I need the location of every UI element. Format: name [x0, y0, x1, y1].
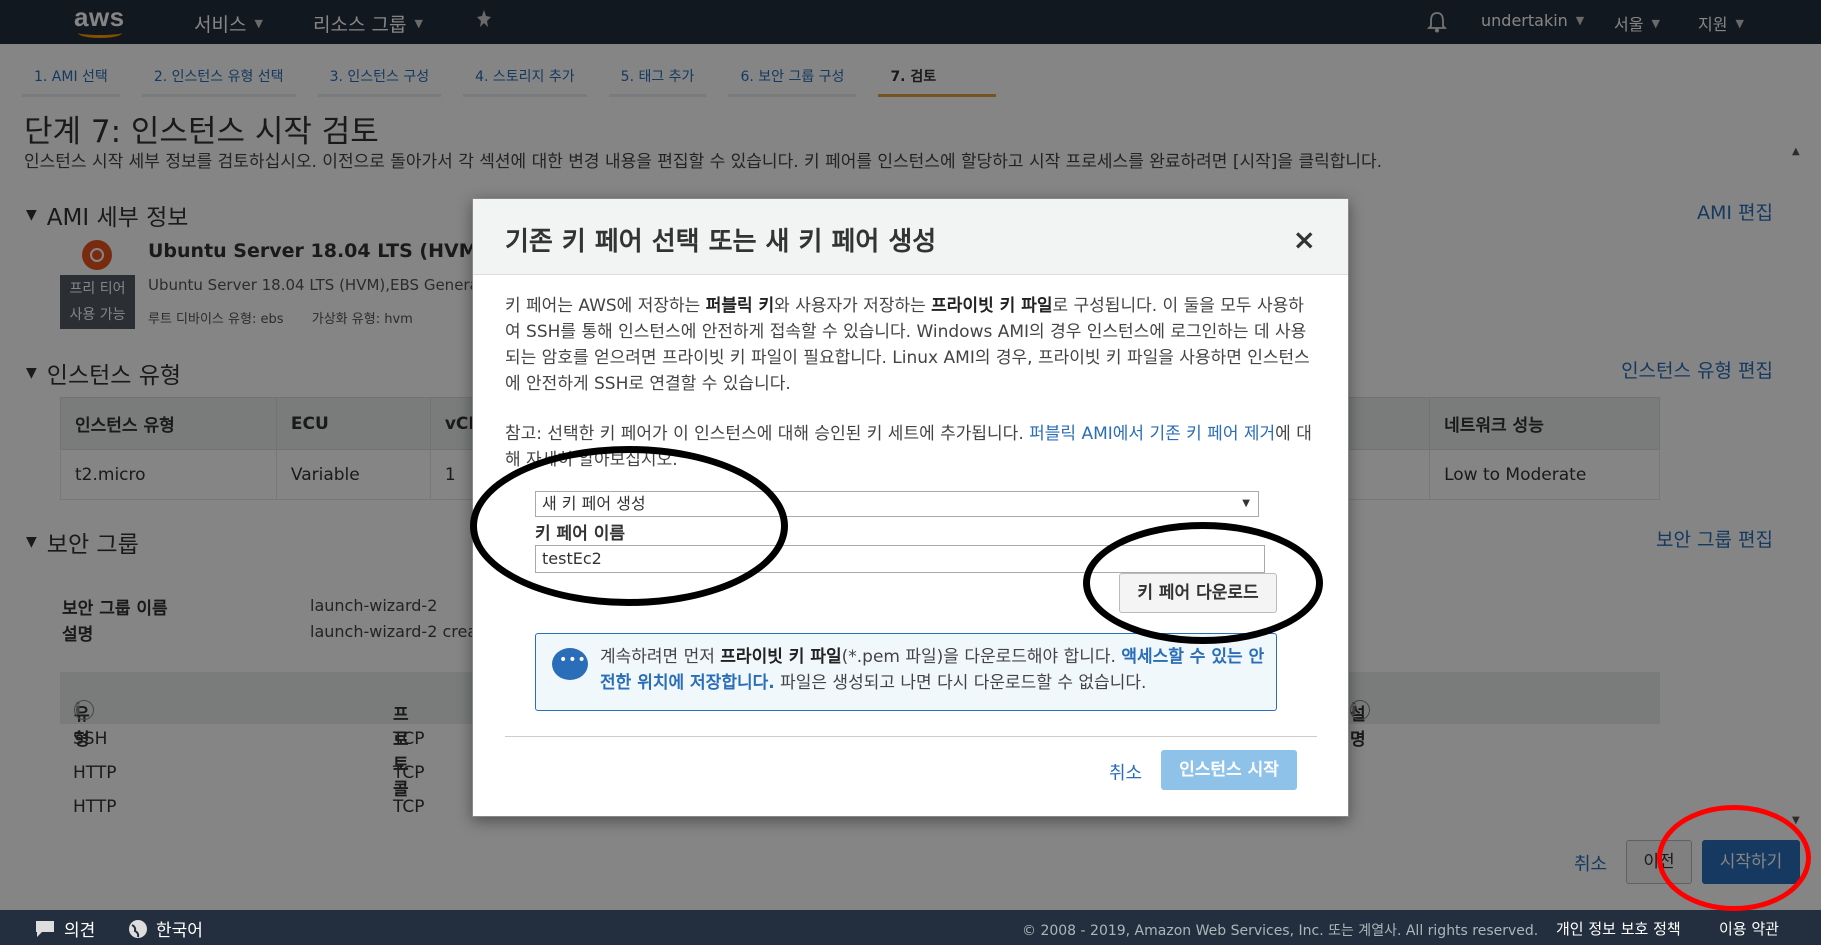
copyright-text: © 2008 - 2019, Amazon Web Services, Inc.…	[1022, 923, 1539, 939]
annotation-circle-download	[1083, 522, 1323, 644]
info-text: 계속하려면 먼저	[600, 647, 721, 667]
info-alert-text: 계속하려면 먼저 프라이빗 키 파일(*.pem 파일)을 다운로드해야 합니다…	[600, 644, 1268, 696]
chat-bubble-icon	[36, 920, 54, 937]
modal-divider	[505, 736, 1317, 737]
desc-bold: 프라이빗 키 파일	[931, 296, 1053, 316]
info-text: 파일은 생성되고 나면 다시 다운로드할 수 없습니다.	[774, 673, 1147, 693]
footer: 의견 한국어 © 2008 - 2019, Amazon Web Service…	[0, 910, 1821, 945]
modal-title: 기존 키 페어 선택 또는 새 키 페어 생성	[505, 227, 937, 257]
terms-of-use-link[interactable]: 이용 약관	[1719, 918, 1779, 939]
info-alert: 계속하려면 먼저 프라이빗 키 파일(*.pem 파일)을 다운로드해야 합니다…	[535, 633, 1277, 711]
desc-text: 키 페어는 AWS에 저장하는	[505, 296, 706, 316]
modal-cancel-button[interactable]: 취소	[1109, 759, 1142, 785]
annotation-circle-launch	[1657, 805, 1811, 911]
close-icon[interactable]: ×	[1293, 223, 1316, 256]
note-text: 참고: 선택한 키 페어가 이 인스턴스에 대해 승인된 키 세트에 추가됩니다…	[505, 424, 1030, 444]
language-label: 한국어	[156, 921, 203, 941]
feedback-label: 의견	[64, 921, 96, 941]
info-bold: 프라이빗 키 파일	[720, 647, 842, 667]
remove-key-pair-link[interactable]: 퍼블릭 AMI에서 기존 키 페어 제거	[1029, 424, 1275, 444]
chat-bubble-icon	[552, 648, 588, 680]
annotation-circle-select	[470, 446, 788, 606]
info-text: (*.pem 파일)을 다운로드해야 합니다.	[841, 647, 1122, 667]
launch-instance-button[interactable]: 인스턴스 시작	[1161, 750, 1297, 790]
chevron-down-icon: ▼	[1242, 498, 1250, 509]
desc-bold: 퍼블릭 키	[705, 296, 775, 316]
feedback-link[interactable]: 의견	[34, 916, 95, 941]
language-selector[interactable]: 한국어	[128, 916, 203, 941]
modal-description: 키 페어는 AWS에 저장하는 퍼블릭 키와 사용자가 저장하는 프라이빗 키 …	[505, 293, 1315, 397]
globe-icon	[129, 919, 147, 938]
modal-header: 기존 키 페어 선택 또는 새 키 페어 생성 ×	[473, 199, 1348, 275]
desc-text: 와 사용자가 저장하는	[774, 296, 932, 316]
privacy-policy-link[interactable]: 개인 정보 보호 정책	[1556, 918, 1681, 939]
